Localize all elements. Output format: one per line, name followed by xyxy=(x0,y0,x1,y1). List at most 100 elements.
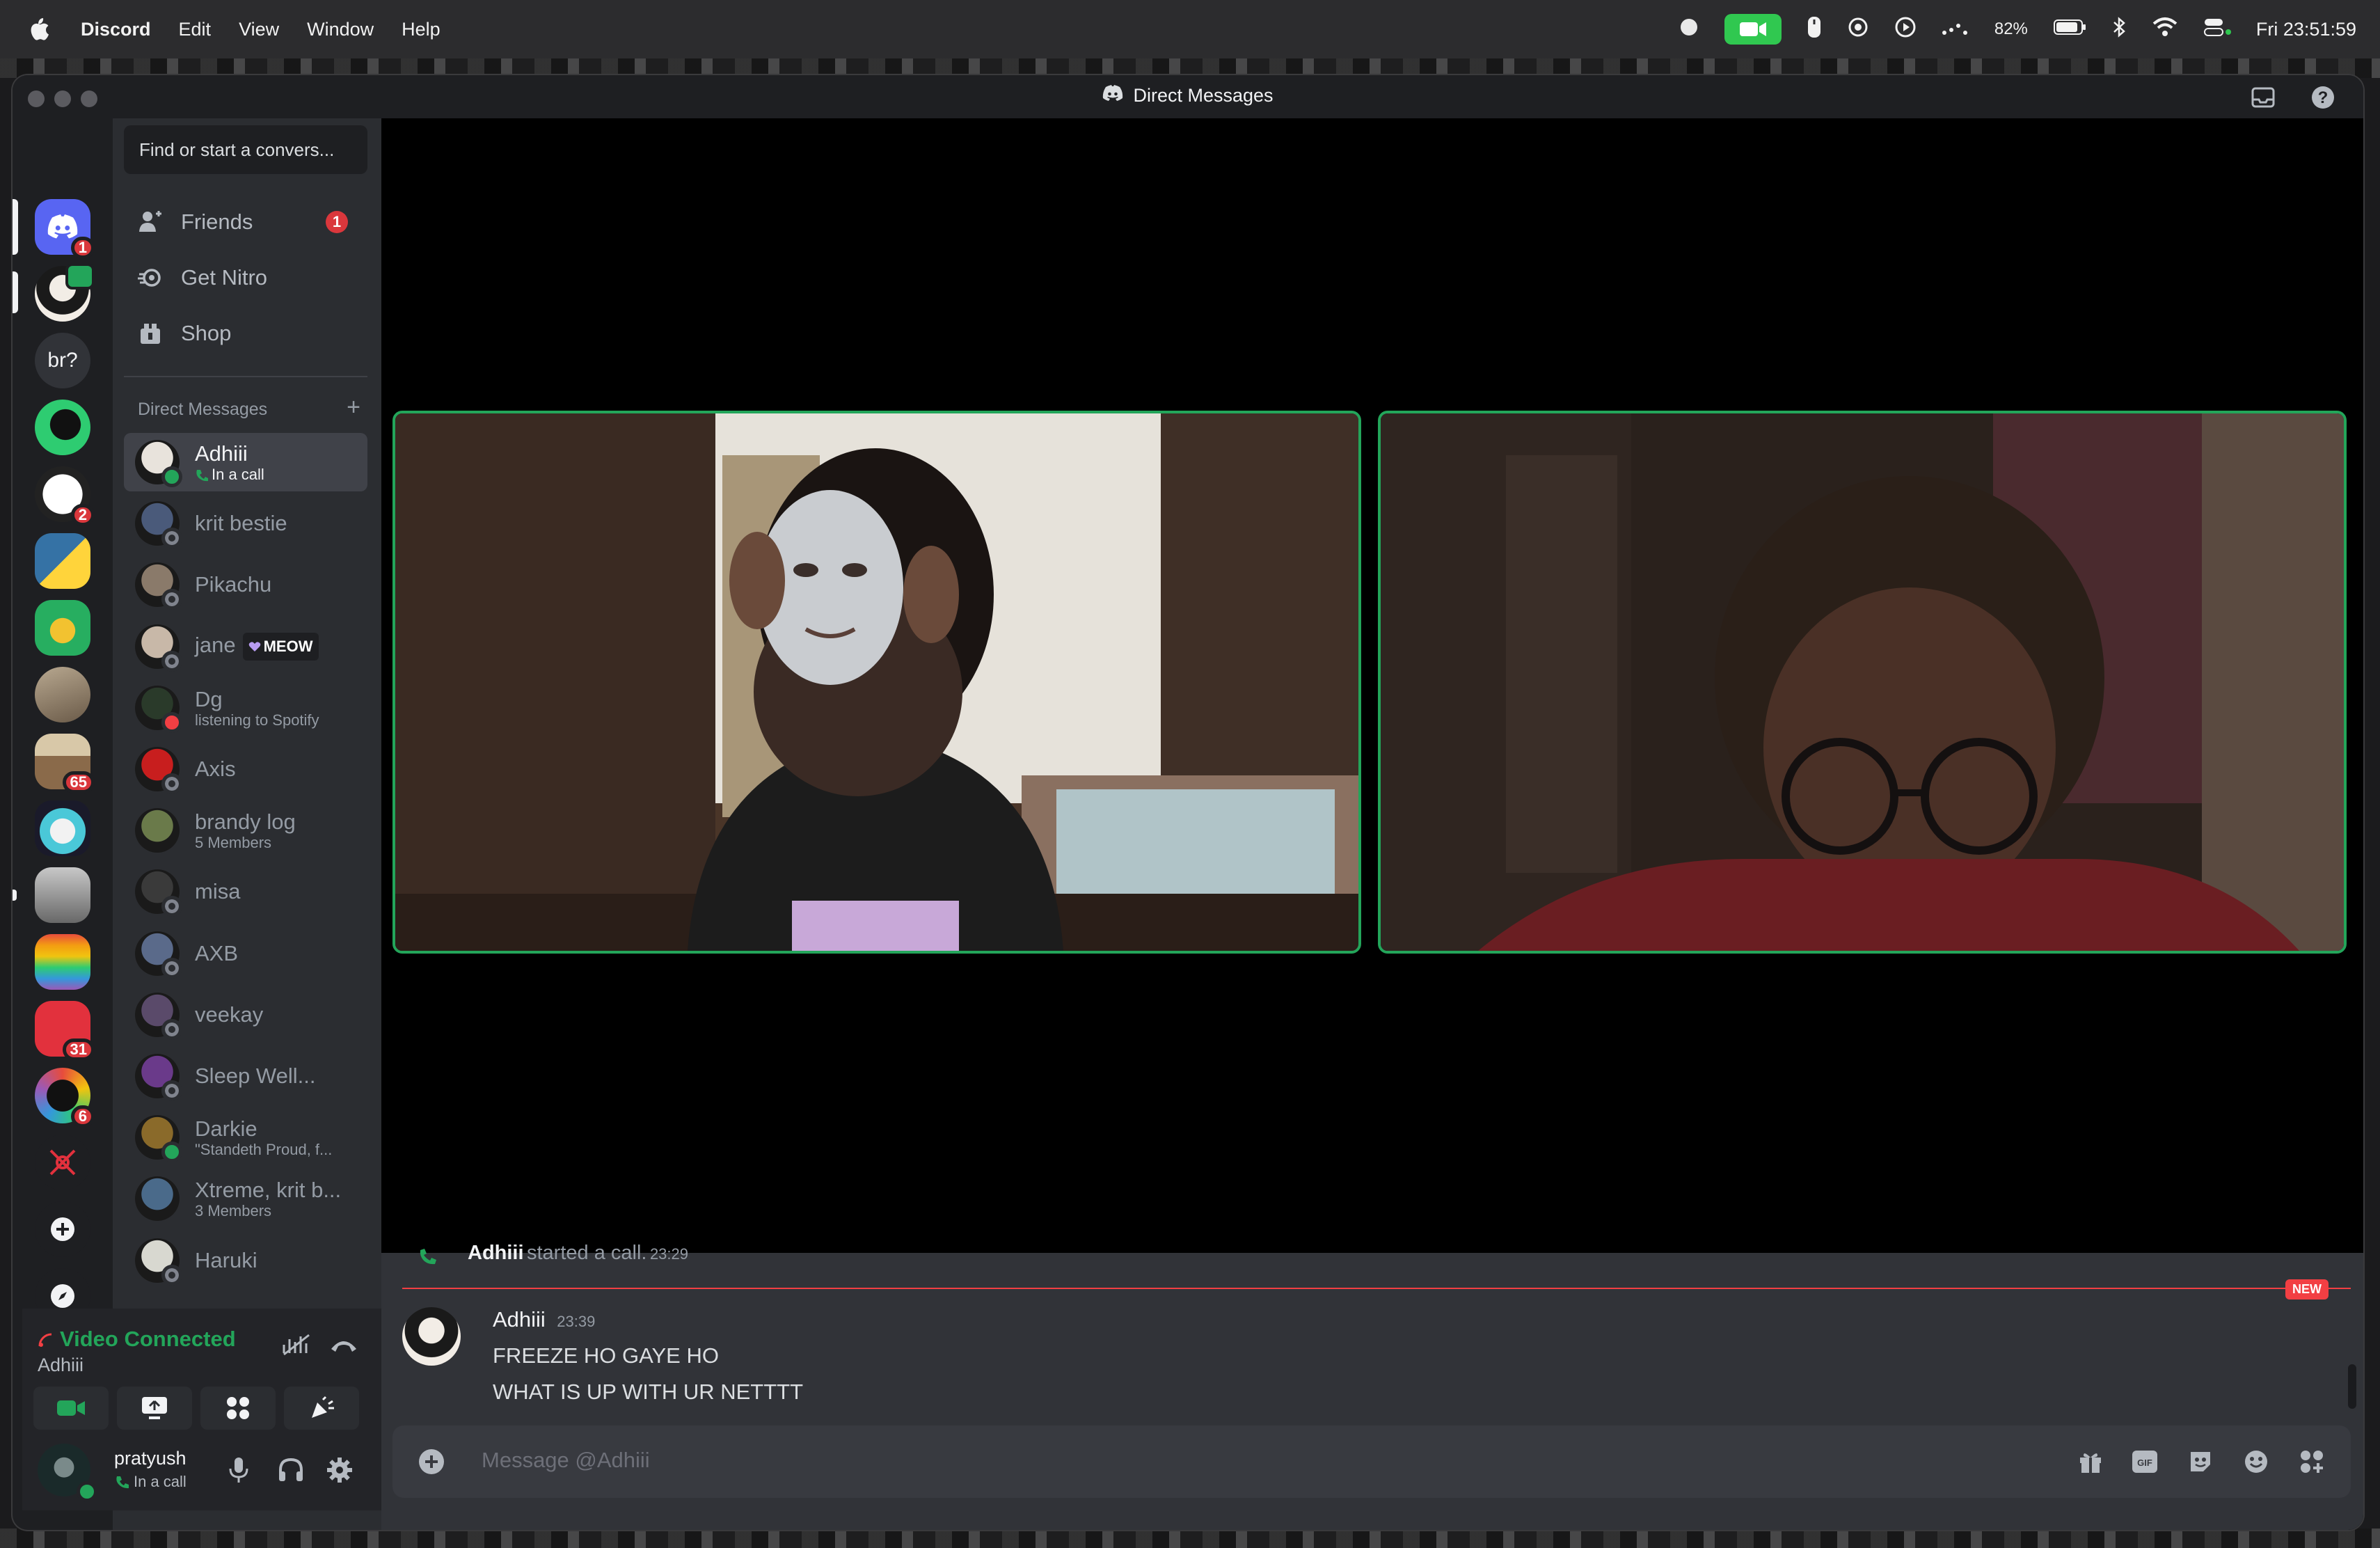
nav-nitro[interactable]: Get Nitro xyxy=(124,253,367,302)
status-indicator xyxy=(161,1142,182,1162)
menu-app-name[interactable]: Discord xyxy=(81,19,151,40)
sticker-icon[interactable] xyxy=(2185,1446,2216,1477)
microphone-icon[interactable] xyxy=(228,1456,249,1487)
server-adhiii-dm[interactable] xyxy=(35,263,95,322)
system-author[interactable]: Adhiii xyxy=(468,1242,524,1264)
dm-text: AXB xyxy=(195,941,238,966)
dm-item[interactable]: jane MEOW xyxy=(124,617,367,676)
svg-text:?: ? xyxy=(2318,88,2329,107)
mouse-icon[interactable] xyxy=(1807,15,1822,44)
record-dot-icon[interactable] xyxy=(1679,17,1699,42)
noise-suppression-icon[interactable] xyxy=(281,1332,312,1361)
camera-button[interactable] xyxy=(33,1387,109,1430)
dm-avatar xyxy=(135,686,182,733)
menu-window[interactable]: Window xyxy=(307,19,374,40)
titlebar: Direct Messages ? xyxy=(13,75,2363,118)
help-icon[interactable]: ? xyxy=(2309,84,2337,111)
dm-subtitle-row: In a call xyxy=(195,466,264,483)
focus-icon[interactable] xyxy=(1847,16,1869,43)
friends-icon xyxy=(135,210,166,235)
dm-subtitle: 3 Members xyxy=(195,1202,272,1219)
server-cat[interactable] xyxy=(35,800,90,856)
dm-item[interactable]: Sleep Well... xyxy=(124,1047,367,1105)
gif-icon[interactable]: GIF xyxy=(2129,1446,2160,1477)
emoji-icon[interactable] xyxy=(2241,1446,2271,1477)
dm-header-label: Direct Messages xyxy=(138,400,268,419)
disconnect-icon[interactable] xyxy=(328,1336,359,1358)
dm-item[interactable]: Axis xyxy=(124,740,367,798)
control-center-icon[interactable] xyxy=(2203,17,2231,42)
voice-channel[interactable]: Adhiii xyxy=(38,1354,84,1376)
video-indicator-icon[interactable] xyxy=(1724,14,1782,45)
message-avatar[interactable] xyxy=(402,1307,461,1366)
dm-item[interactable]: Haruki xyxy=(124,1231,367,1290)
dots-graph-icon[interactable] xyxy=(1942,19,1969,40)
menu-view[interactable]: View xyxy=(239,19,279,40)
add-dm-button[interactable]: + xyxy=(347,394,360,421)
search-input[interactable]: Find or start a convers... xyxy=(124,125,367,174)
dm-item[interactable]: Pikachu xyxy=(124,555,367,614)
inbox-icon[interactable] xyxy=(2249,84,2277,111)
battery-icon[interactable] xyxy=(2053,18,2086,41)
server-rainbow-cat[interactable] xyxy=(35,934,90,990)
apple-icon[interactable] xyxy=(25,17,53,42)
dm-item[interactable]: Dg listening to Spotify xyxy=(124,679,367,737)
soundboard-button[interactable] xyxy=(284,1387,359,1430)
dm-item[interactable]: Adhiii In a call xyxy=(124,433,367,491)
server-green[interactable] xyxy=(35,400,90,455)
bluetooth-icon[interactable] xyxy=(2111,16,2127,43)
activities-button[interactable] xyxy=(200,1387,276,1430)
server-car[interactable] xyxy=(35,867,90,923)
menu-edit[interactable]: Edit xyxy=(179,19,212,40)
dm-item[interactable]: Xtreme, krit b... 3 Members xyxy=(124,1169,367,1228)
settings-gear-icon[interactable] xyxy=(326,1456,354,1487)
activities-icon xyxy=(227,1397,249,1419)
play-icon[interactable] xyxy=(1894,16,1917,43)
server-frog[interactable] xyxy=(35,600,90,656)
apps-icon[interactable] xyxy=(2296,1446,2327,1477)
server-landscape[interactable]: 65 xyxy=(35,734,95,793)
message-line: WHAT IS UP WITH UR NETTTT xyxy=(493,1380,804,1404)
shop-label: Shop xyxy=(181,321,232,345)
video-tile-adhiii[interactable] xyxy=(392,411,1361,954)
server-ring[interactable]: 6 xyxy=(35,1068,95,1128)
video-tile-pratyush[interactable] xyxy=(1378,411,2347,954)
dm-avatar xyxy=(135,993,182,1040)
dm-item[interactable]: misa xyxy=(124,862,367,921)
dm-name: Sleep Well... xyxy=(195,1064,316,1088)
message-author[interactable]: Adhiii xyxy=(493,1307,546,1332)
dm-name: veekay xyxy=(195,1002,264,1027)
headphones-icon[interactable] xyxy=(277,1456,305,1487)
menu-help[interactable]: Help xyxy=(402,19,441,40)
server-white[interactable]: 2 xyxy=(35,466,95,526)
user-name[interactable]: pratyush xyxy=(114,1448,187,1469)
dm-item[interactable]: krit bestie xyxy=(124,494,367,553)
add-server-button[interactable] xyxy=(35,1201,90,1257)
screen-share-button[interactable] xyxy=(117,1387,192,1430)
server-photo[interactable] xyxy=(35,667,90,722)
dm-name: Pikachu xyxy=(195,572,272,597)
chat-scrollbar[interactable] xyxy=(2348,1364,2356,1409)
nav-friends[interactable]: Friends 1 xyxy=(124,198,367,246)
dm-item[interactable]: veekay xyxy=(124,986,367,1044)
server-python[interactable] xyxy=(35,533,90,589)
dm-avatar xyxy=(135,1238,182,1286)
dm-item[interactable]: brandy log 5 Members xyxy=(124,801,367,860)
server-br[interactable]: br? xyxy=(35,333,90,388)
voice-status[interactable]: Video Connected xyxy=(60,1327,236,1352)
server-red-icon[interactable] xyxy=(35,1135,90,1190)
dm-item[interactable]: Darkie "Standeth Proud, f... xyxy=(124,1108,367,1167)
gift-icon[interactable] xyxy=(2075,1446,2106,1477)
message-input[interactable]: Message @Adhiii xyxy=(482,1448,650,1473)
new-tag: NEW xyxy=(2285,1279,2329,1300)
discord-window: Direct Messages ? 1 br? 2 65 31 6 Find o… xyxy=(13,75,2363,1530)
server-red[interactable]: 31 xyxy=(35,1001,95,1061)
attach-plus-icon[interactable] xyxy=(416,1446,447,1477)
home-button[interactable]: 1 xyxy=(35,199,95,259)
wifi-icon[interactable] xyxy=(2152,17,2178,42)
dm-text: Dg listening to Spotify xyxy=(195,687,319,729)
dm-item[interactable]: AXB xyxy=(124,924,367,983)
divider xyxy=(124,376,367,377)
nav-shop[interactable]: Shop xyxy=(124,309,367,358)
clock[interactable]: Fri 23:51:59 xyxy=(2256,19,2356,40)
